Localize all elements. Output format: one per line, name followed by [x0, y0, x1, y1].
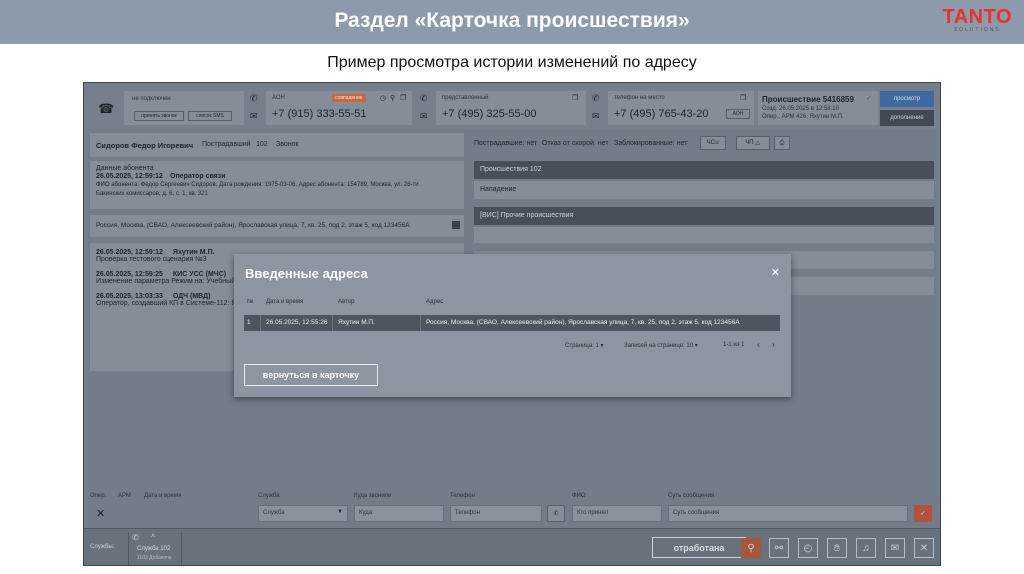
chevron-right-icon[interactable]: ›	[772, 340, 775, 349]
table-row[interactable]: 1 26.05.2025, 12:55:26 Яхутин М.П. Росси…	[244, 315, 780, 331]
row-date: 26.05.2025, 12:55:26	[266, 319, 328, 326]
addresses-modal: Введенные адреса ✕ № Дата и время Автор …	[234, 254, 791, 397]
slide-header: Раздел «Карточка происшествия» TANTO SOL…	[0, 0, 1024, 44]
row-divider-1	[260, 315, 261, 331]
back-to-card-button[interactable]: вернуться в карточку	[244, 364, 378, 386]
range-label: 1-1 из 1	[723, 342, 745, 348]
chevron-left-icon[interactable]: ‹	[757, 340, 760, 349]
app-screen: ☎ не подключен принять звонок список SMS…	[83, 82, 941, 566]
modal-title: Введенные адреса	[245, 266, 368, 281]
tanto-logo: TANTO SOLUTIONS	[942, 6, 1012, 33]
row-address: Россия, Москва, (СВАО, Алексеевский райо…	[426, 319, 740, 326]
dropdown-arrow-icon-2: ▾	[600, 343, 604, 349]
per-page-label: Записей на странице: 10	[624, 343, 694, 349]
row-divider-2	[332, 315, 333, 331]
close-icon[interactable]: ✕	[771, 266, 780, 279]
slide-subtitle: Пример просмотра истории изменений по ад…	[327, 54, 697, 71]
row-author: Яхутин М.П.	[338, 319, 375, 326]
page-label: Страница: 1	[565, 343, 599, 349]
col-header-author: Автор	[338, 299, 355, 305]
row-divider-3	[420, 315, 421, 331]
row-number: 1	[247, 319, 251, 326]
slide-title: Раздел «Карточка происшествия»	[334, 9, 690, 32]
page-selector[interactable]: Страница: 1 ▾	[565, 342, 604, 349]
logo-text: TANTO	[942, 6, 1012, 28]
col-header-date: Дата и время	[266, 299, 304, 305]
col-header-address: Адрес	[426, 299, 444, 305]
dropdown-arrow-icon-3: ▾	[694, 343, 698, 349]
per-page-selector[interactable]: Записей на странице: 10 ▾	[624, 342, 698, 349]
col-header-number: №	[247, 299, 254, 305]
